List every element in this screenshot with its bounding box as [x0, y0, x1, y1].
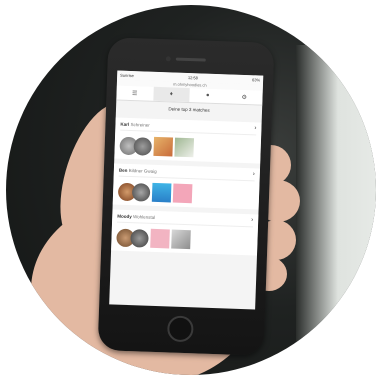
- match-name: Ben: [118, 167, 128, 173]
- match-card[interactable]: Ben Bildner Gwaig ›: [112, 163, 261, 210]
- chevron-right-icon[interactable]: ›: [254, 125, 256, 131]
- tab-profile[interactable]: ●: [189, 88, 226, 103]
- tab-settings[interactable]: ⚙: [226, 89, 263, 104]
- avatar: [130, 228, 149, 248]
- profile-icon: ●: [205, 92, 210, 99]
- heart-icon: ♦: [169, 91, 173, 98]
- speaker-icon: [175, 57, 206, 62]
- smartphone: Sunrise 12:58 63% m.ohmyhoodies.ch ☰ ♦ ●…: [97, 37, 275, 356]
- avatar: [133, 136, 153, 156]
- match-card[interactable]: Moody Wohlenstal ›: [111, 209, 259, 256]
- match-name: Karl: [120, 121, 130, 127]
- camera-icon: [165, 56, 171, 62]
- chevron-right-icon[interactable]: ›: [251, 217, 253, 223]
- match-subtitle: Bildner Gwaig: [128, 167, 157, 174]
- match-subtitle: Wohlenstal: [132, 213, 156, 220]
- photo-thumbnail: [174, 137, 195, 158]
- match-name: Moody: [117, 213, 132, 219]
- photo-thumbnail: [172, 183, 193, 204]
- match-card[interactable]: Karl Schreiner ›: [114, 117, 262, 164]
- menu-icon: ☰: [132, 90, 138, 97]
- avatar: [131, 182, 151, 202]
- settings-icon: ⚙: [241, 94, 248, 101]
- tab-matches[interactable]: ♦: [152, 86, 190, 103]
- tab-menu[interactable]: ☰: [116, 86, 153, 101]
- match-subtitle: Schreiner: [130, 121, 150, 128]
- clock: 12:58: [187, 74, 199, 81]
- photo-thumbnail: [153, 136, 174, 157]
- photo-thumbnail: [150, 228, 170, 249]
- battery: 63%: [252, 77, 261, 83]
- chevron-right-icon[interactable]: ›: [253, 171, 255, 177]
- background-wall: [296, 45, 376, 375]
- photo-thumbnail: [151, 182, 172, 203]
- phone-screen: Sunrise 12:58 63% m.ohmyhoodies.ch ☰ ♦ ●…: [109, 70, 264, 310]
- home-button[interactable]: [166, 315, 194, 343]
- carrier: Sunrise: [120, 72, 134, 79]
- photo-thumbnail: [171, 229, 191, 250]
